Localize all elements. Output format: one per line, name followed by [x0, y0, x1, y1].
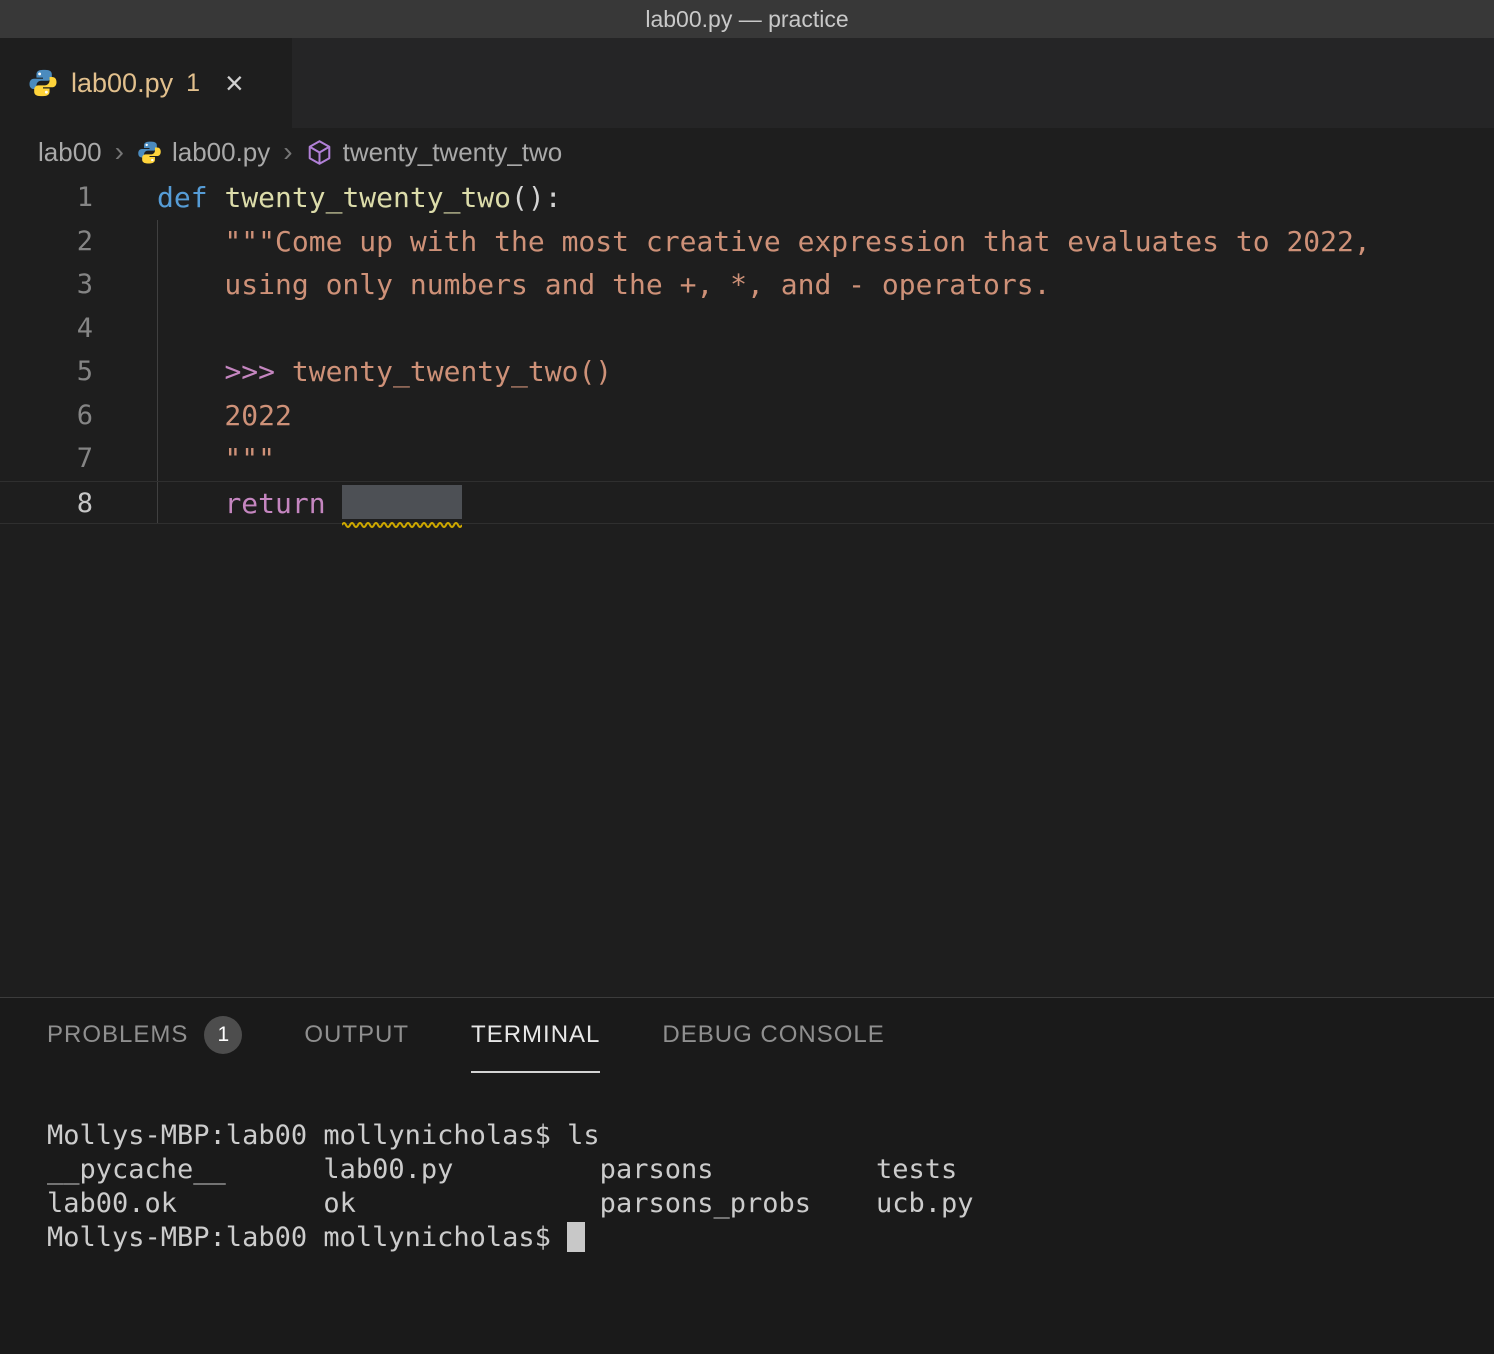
line-number[interactable]: 8: [0, 482, 93, 524]
vscode-window: lab00.py — practice lab00.py 1 × lab00 ›: [0, 0, 1494, 1354]
code-text: def twenty_twenty_two():: [157, 176, 1494, 220]
symbol-namespace-icon: [306, 139, 333, 166]
string-token: """: [157, 442, 275, 475]
panel-tab-label: PROBLEMS: [47, 1021, 188, 1049]
panel-tab-label: TERMINAL: [471, 1021, 600, 1049]
line-number[interactable]: 4: [0, 307, 93, 351]
line-number[interactable]: 7: [0, 437, 93, 481]
terminal-line: Mollys-MBP:lab00 mollynicholas$ ls: [47, 1119, 1494, 1153]
panel-tab-terminal[interactable]: TERMINAL: [471, 998, 600, 1073]
plain-token: [208, 181, 225, 214]
code-line[interactable]: 4: [0, 307, 1494, 351]
python-icon: [28, 68, 58, 98]
code-line[interactable]: 6 2022: [0, 394, 1494, 438]
chevron-right-icon: ›: [283, 136, 292, 168]
code-line[interactable]: 5 >>> twenty_twenty_two(): [0, 350, 1494, 394]
keyword-token: def: [157, 181, 208, 214]
tab-lab00py[interactable]: lab00.py 1 ×: [0, 38, 292, 128]
plain-token: ():: [511, 181, 562, 214]
title-bar: lab00.py — practice: [0, 0, 1494, 38]
code-text: 2022: [157, 394, 1494, 438]
python-icon: [137, 140, 162, 165]
string-token: twenty_twenty_two(): [292, 355, 612, 388]
code-text: return: [157, 482, 1494, 524]
chevron-right-icon: ›: [115, 136, 124, 168]
code-line[interactable]: 1 def twenty_twenty_two():: [0, 176, 1494, 220]
plain-token: [157, 355, 224, 388]
bottom-panel: PROBLEMS 1 OUTPUT TERMINAL DEBUG CONSOLE…: [0, 997, 1494, 1354]
tab-bar: lab00.py 1 ×: [0, 38, 1494, 128]
code-line[interactable]: 8 return: [0, 481, 1494, 525]
breadcrumb-item-folder[interactable]: lab00: [38, 137, 102, 168]
terminal-text: lab00.ok ok parsons_probs ucb.py: [47, 1188, 974, 1219]
line-number[interactable]: 6: [0, 394, 93, 438]
plain-token: [157, 487, 224, 520]
magenta-token: >>>: [224, 355, 291, 388]
line-number[interactable]: 5: [0, 350, 93, 394]
selection-placeholder: [342, 485, 462, 519]
panel-tab-problems[interactable]: PROBLEMS 1: [47, 998, 242, 1073]
breadcrumb-item-file[interactable]: lab00.py: [172, 137, 270, 168]
string-token: """Come up with the most creative expres…: [157, 225, 1371, 258]
problems-count-badge: 1: [204, 1016, 242, 1054]
breadcrumb-item-symbol[interactable]: twenty_twenty_two: [343, 137, 563, 168]
line-number[interactable]: 3: [0, 263, 93, 307]
line-number[interactable]: 2: [0, 220, 93, 264]
panel-tab-label: DEBUG CONSOLE: [662, 1021, 884, 1049]
terminal-text: Mollys-MBP:lab00 mollynicholas$: [47, 1222, 567, 1253]
terminal-text: __pycache__ lab00.py parsons tests: [47, 1154, 957, 1185]
editor[interactable]: 1def twenty_twenty_two():2 """Come up wi…: [0, 176, 1494, 997]
magenta-token: return: [224, 487, 342, 520]
panel-tab-label: OUTPUT: [304, 1021, 409, 1049]
breadcrumb: lab00 › lab00.py › twenty_twenty_two: [0, 128, 1494, 176]
code-text: """Come up with the most creative expres…: [157, 220, 1494, 264]
code-line[interactable]: 7 """: [0, 437, 1494, 481]
line-number[interactable]: 1: [0, 176, 93, 220]
terminal-text: Mollys-MBP:lab00 mollynicholas$ ls: [47, 1120, 600, 1151]
panel-tab-debug-console[interactable]: DEBUG CONSOLE: [662, 998, 884, 1073]
string-token: using only numbers and the +, *, and - o…: [157, 268, 1050, 301]
terminal-line: lab00.ok ok parsons_probs ucb.py: [47, 1187, 1494, 1221]
terminal-line: Mollys-MBP:lab00 mollynicholas$: [47, 1221, 1494, 1255]
code-text: """: [157, 437, 1494, 481]
tab-problem-count-badge: 1: [186, 69, 200, 98]
terminal-line: __pycache__ lab00.py parsons tests: [47, 1153, 1494, 1187]
editor-lines: 1def twenty_twenty_two():2 """Come up wi…: [0, 176, 1494, 524]
code-text: >>> twenty_twenty_two(): [157, 350, 1494, 394]
close-icon[interactable]: ×: [225, 67, 244, 99]
code-text: [157, 307, 1494, 351]
function-token: twenty_twenty_two: [224, 181, 511, 214]
panel-tab-bar: PROBLEMS 1 OUTPUT TERMINAL DEBUG CONSOLE: [0, 998, 1494, 1073]
terminal[interactable]: Mollys-MBP:lab00 mollynicholas$ ls__pyca…: [0, 1073, 1494, 1255]
terminal-cursor: [567, 1222, 585, 1252]
window-title: lab00.py — practice: [645, 6, 848, 33]
string-token: 2022: [157, 399, 292, 432]
panel-tab-output[interactable]: OUTPUT: [304, 998, 409, 1073]
code-line[interactable]: 3 using only numbers and the +, *, and -…: [0, 263, 1494, 307]
code-line[interactable]: 2 """Come up with the most creative expr…: [0, 220, 1494, 264]
code-text: using only numbers and the +, *, and - o…: [157, 263, 1494, 307]
tab-label: lab00.py: [71, 68, 173, 99]
